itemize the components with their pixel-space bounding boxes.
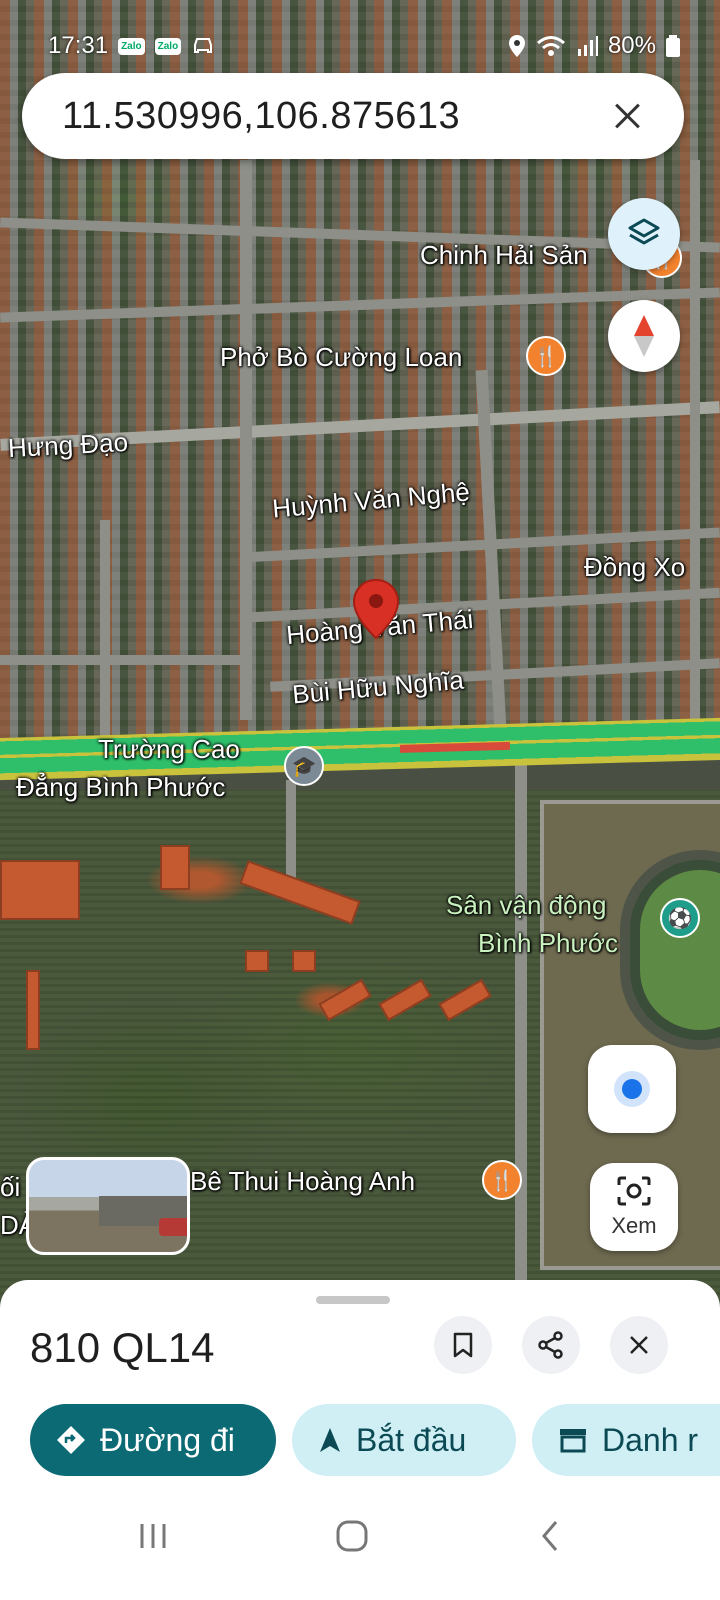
map-label-pho-bo[interactable]: Phở Bò Cường Loan xyxy=(220,342,462,373)
car-icon xyxy=(194,38,213,53)
dropped-pin-icon[interactable] xyxy=(352,578,400,640)
recent-apps-icon[interactable] xyxy=(138,1516,168,1556)
status-right: 80% xyxy=(508,22,680,70)
sheet-drag-handle[interactable] xyxy=(316,1296,390,1304)
status-time: 17:31 xyxy=(48,32,109,59)
road xyxy=(690,160,700,740)
map-label-truong-cao-line1[interactable]: Trường Cao xyxy=(98,734,240,765)
map-label-dong-xoai: Đồng Xo xyxy=(584,552,686,582)
clear-search-icon[interactable] xyxy=(612,100,644,132)
road xyxy=(100,520,110,740)
map-label-chinh-hai-san[interactable]: Chinh Hải Sản xyxy=(420,240,588,271)
traffic-segment xyxy=(399,741,511,753)
map-label-stadium-line1[interactable]: Sân vận động xyxy=(446,890,606,921)
status-bar: 17:31 Zalo Zalo 80% xyxy=(0,0,720,70)
close-icon xyxy=(630,1336,648,1354)
signal-icon xyxy=(577,36,598,56)
map-label-stadium-line2[interactable]: Bình Phước xyxy=(478,928,618,959)
search-input[interactable]: 11.530996,106.875613 xyxy=(62,95,612,138)
map-label-edge-left-1: ối xyxy=(0,1172,21,1202)
home-icon[interactable] xyxy=(334,1516,370,1556)
start-navigation-button[interactable]: Bắt đầu xyxy=(292,1404,516,1476)
share-button[interactable] xyxy=(522,1316,580,1374)
compass-icon xyxy=(634,315,654,357)
status-left: 17:31 Zalo Zalo xyxy=(48,22,215,70)
zalo-notification-icon: Zalo xyxy=(118,37,145,55)
building xyxy=(0,860,80,920)
lens-icon xyxy=(617,1176,651,1206)
close-sheet-button[interactable] xyxy=(610,1316,668,1374)
battery-icon xyxy=(666,35,680,57)
stadium-pin-icon[interactable]: ⚽ xyxy=(660,898,700,938)
thumbnail-car xyxy=(159,1218,187,1236)
road xyxy=(0,655,250,665)
restaurant-pin-icon[interactable]: 🍴 xyxy=(482,1160,522,1200)
road xyxy=(286,780,296,890)
restaurant-pin-icon[interactable]: 🍴 xyxy=(526,336,566,376)
back-icon[interactable] xyxy=(538,1516,562,1556)
my-location-button[interactable] xyxy=(588,1045,676,1133)
street-view-thumbnail[interactable] xyxy=(26,1157,190,1255)
search-bar[interactable]: 11.530996,106.875613 xyxy=(22,73,684,159)
road xyxy=(515,760,527,1280)
building xyxy=(160,845,190,890)
directions-label: Đường đi xyxy=(100,1421,235,1458)
wifi-icon xyxy=(536,36,565,56)
building xyxy=(245,950,269,972)
start-label: Bắt đầu xyxy=(356,1421,467,1458)
lens-view-label: Xem xyxy=(611,1213,657,1238)
action-chips: Đường đi Bắt đầu Danh r xyxy=(30,1404,720,1476)
building xyxy=(292,950,316,972)
layers-icon xyxy=(628,218,660,245)
system-nav-bar xyxy=(0,1490,720,1600)
compass-button[interactable] xyxy=(608,300,680,372)
list-label: Danh r xyxy=(602,1421,699,1458)
place-bottom-sheet[interactable]: 810 QL14 Đường đi Bắt đầu Danh r xyxy=(0,1280,720,1600)
navigation-arrow-icon xyxy=(320,1428,340,1452)
map-label-be-thui[interactable]: Bê Thui Hoàng Anh xyxy=(190,1166,415,1197)
location-status-icon xyxy=(508,35,525,57)
share-icon xyxy=(538,1331,563,1359)
save-to-list-button[interactable]: Danh r xyxy=(532,1404,720,1476)
building xyxy=(26,970,40,1050)
map-label-truong-cao-line2[interactable]: Đẳng Bình Phước xyxy=(16,772,225,803)
school-pin-icon[interactable]: 🎓 xyxy=(284,746,324,786)
battery-percent: 80% xyxy=(607,32,656,59)
my-location-icon xyxy=(622,1079,642,1099)
map-label-hung-dao: Hưng Đạo xyxy=(7,426,129,464)
lens-view-button[interactable]: Xem xyxy=(590,1163,678,1251)
zalo-notification-icon: Zalo xyxy=(154,37,182,55)
layers-button[interactable] xyxy=(608,198,680,270)
directions-icon xyxy=(57,1426,85,1454)
directions-button[interactable]: Đường đi xyxy=(30,1404,276,1476)
store-icon xyxy=(560,1429,586,1453)
bookmark-icon xyxy=(453,1332,473,1358)
save-button[interactable] xyxy=(434,1316,492,1374)
road xyxy=(240,160,252,720)
place-title: 810 QL14 xyxy=(30,1324,215,1371)
